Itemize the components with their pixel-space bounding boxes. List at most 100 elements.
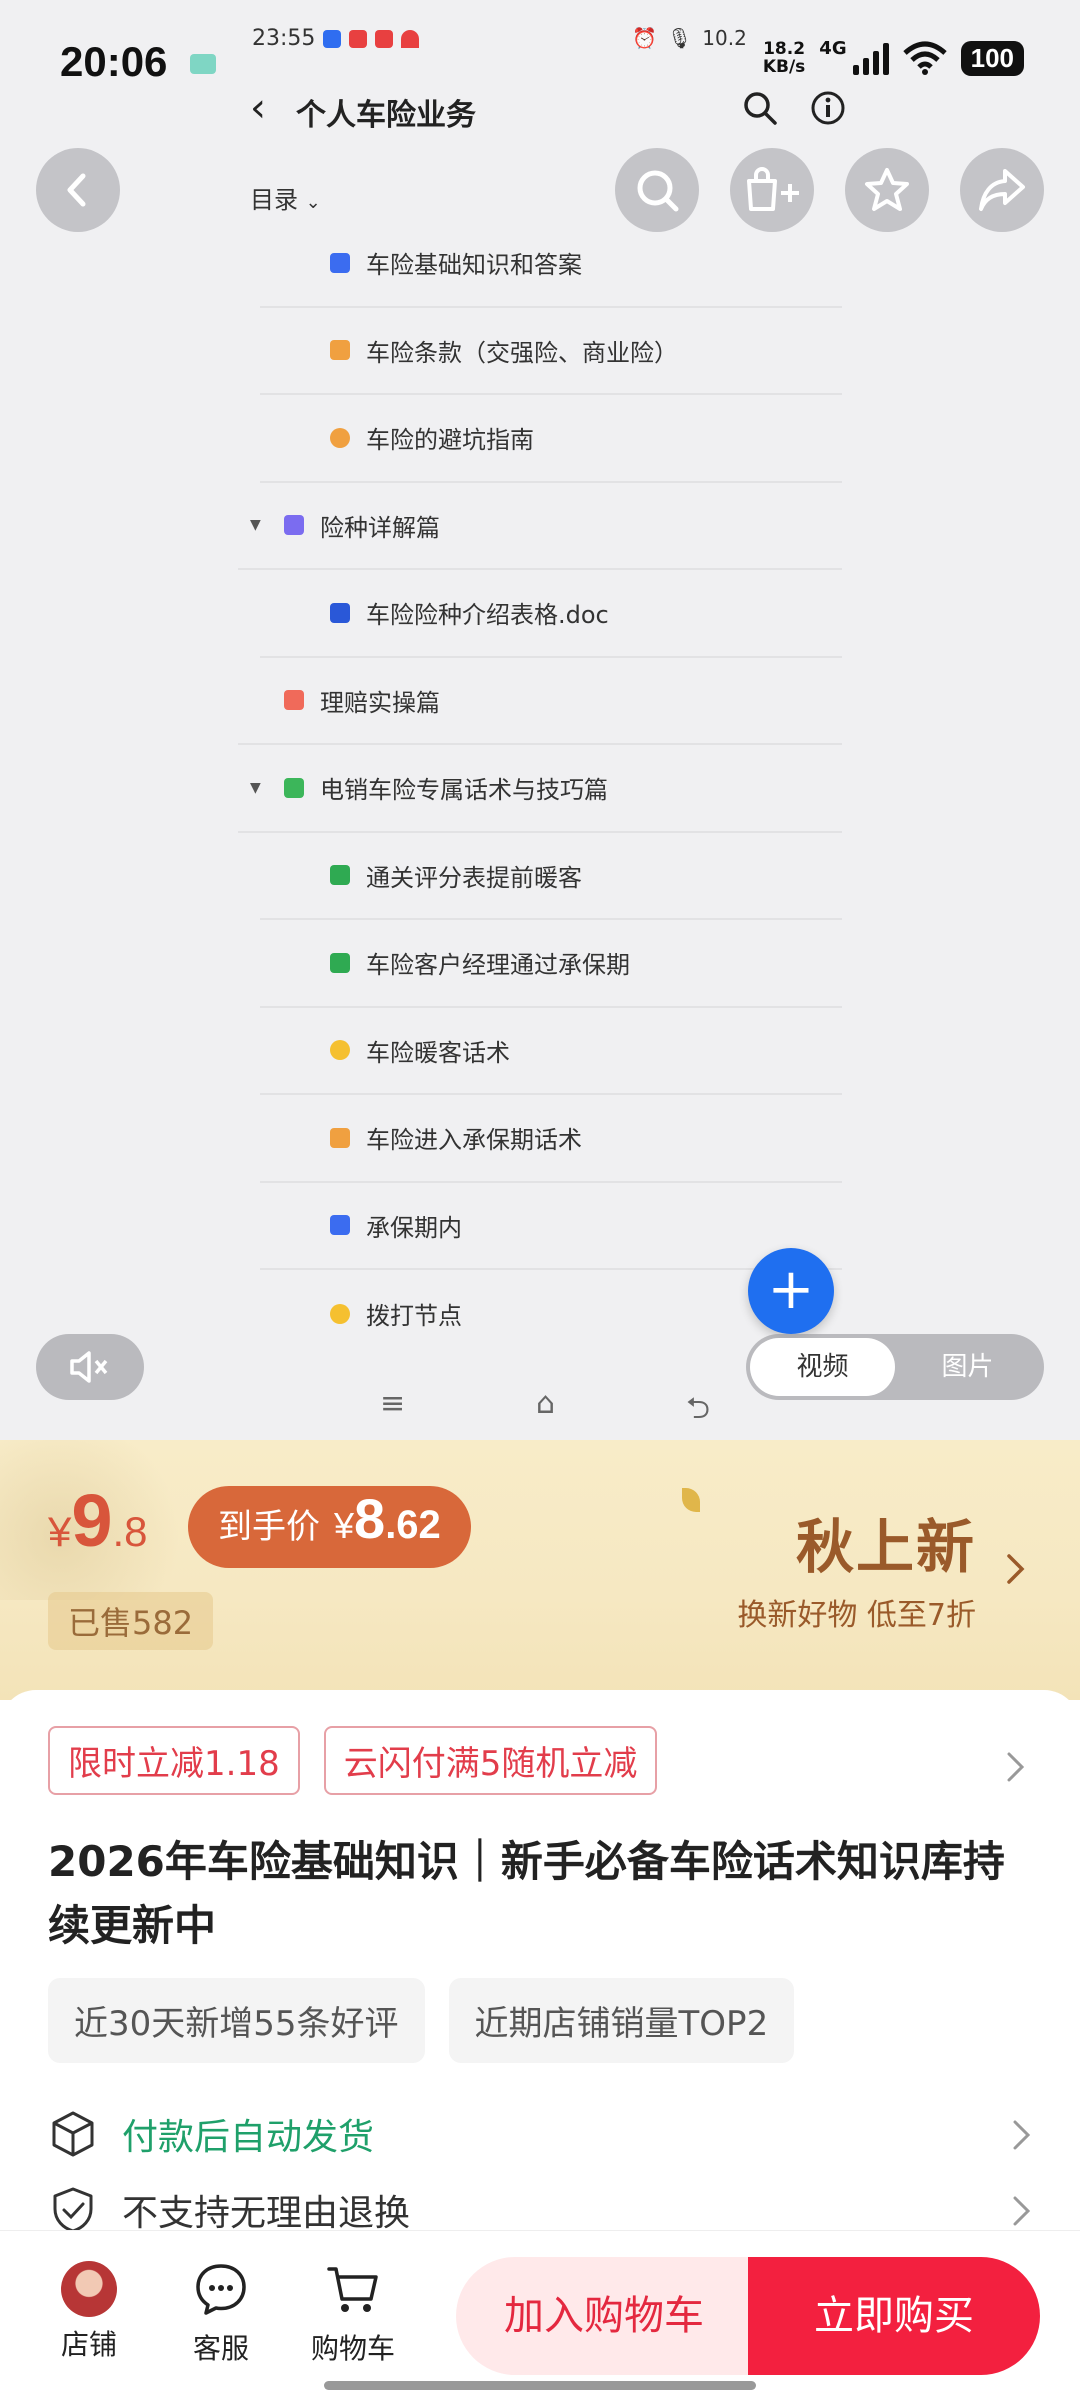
chevron-right-icon [1013,2196,1031,2226]
chat-bubble-icon [196,2264,246,2315]
original-price: ¥9.8 [48,1478,148,1563]
shield-check-icon [53,2187,93,2233]
inner-network-speed: 10.2 [702,26,747,50]
search-icon [637,170,679,212]
app-icon [401,29,420,48]
mute-button[interactable] [36,1334,144,1400]
alarm-icon: ⏰ [632,26,657,50]
media-gallery[interactable]: 20:06 18.2 KB/s 4G 100 23:55 ⏰ 🎙 10.2 ‹ … [0,0,1080,1440]
favorite-button[interactable] [845,148,929,232]
word-doc-icon [330,602,350,623]
inner-status-icons: ⏰ 🎙 10.2 [632,26,747,50]
mute-icon [70,1351,108,1383]
battery-indicator: 100 [960,40,1024,76]
cart-icon [327,2267,378,2312]
wifi-icon [902,41,947,75]
list-item: 理赔实操篇 [238,658,842,745]
service-label: 不支持无理由退换 [122,2193,411,2234]
list-item-label: 通关评分表提前暖客 [366,863,582,892]
price-currency: ¥ [48,1508,72,1555]
inner-status-bar: 23:55 [252,26,420,51]
net-price-badge: 到手价 ¥8.62 [188,1486,471,1568]
share-button[interactable] [960,148,1044,232]
home-indicator[interactable] [324,2381,756,2390]
shop-button[interactable]: 店铺 [34,2261,144,2363]
smile-icon [330,1040,350,1061]
caret-down-icon: ▼ [250,779,261,796]
sheet-icon [330,952,350,973]
list-item-label: 车险进入承保期话术 [366,1126,582,1155]
price-banner[interactable]: ¥9.8 到手价 ¥8.62 已售582 秋上新 换新好物 低至7折 [0,1440,1080,1700]
star-icon [865,168,909,211]
bag-add-icon [747,167,799,211]
net-price-integer: 8 [354,1487,386,1550]
doc-info-icon [811,91,845,125]
bottom-action-bar: 店铺 客服 购物车 加入购物车 立即购买 [0,2230,1080,2400]
media-type-toggle: 视频 图片 [746,1334,1044,1400]
list-item: 车险暖客话术 [260,1008,842,1095]
list-item-label: 车险基础知识和答案 [366,251,582,280]
network-type: 4G [819,37,847,59]
service-row-delivery[interactable]: 付款后自动发货 [48,2104,1038,2164]
add-to-cart-button[interactable]: 加入购物车 [456,2257,752,2375]
list-item: ▼ 电销车险专属话术与技巧篇 [238,745,842,833]
clock-icon [330,427,350,448]
back-button[interactable] [36,148,120,232]
promotion-tags[interactable]: 限时立减1.18 云闪付满5随机立减 [48,1726,658,1795]
share-icon [979,169,1025,211]
inner-nav-bar: ≡ ⌂ ⮌ [380,1386,710,1437]
video-tab[interactable]: 视频 [750,1338,895,1396]
sheet-icon [330,865,350,886]
doc-icon [330,252,350,273]
cart-button[interactable]: 购物车 [298,2261,408,2367]
buy-now-button[interactable]: 立即购买 [748,2257,1040,2375]
net-price-currency: ¥ [334,1505,355,1546]
folder-icon [284,777,304,798]
product-page: 20:06 18.2 KB/s 4G 100 23:55 ⏰ 🎙 10.2 ‹ … [0,0,1080,2400]
network-speed: 18.2 KB/s [763,40,805,76]
shop-label: 店铺 [60,2328,117,2361]
chevron-right-icon [1013,2120,1031,2150]
net-price-decimal: .62 [385,1503,441,1547]
network-speed-unit: KB/s [762,57,806,77]
list-item: 车险的避坑指南 [260,395,842,483]
list-item: 车险客户经理通过承保期 [260,920,842,1008]
list-item: 承保期内 [260,1183,842,1270]
inner-status-time: 23:55 [252,26,316,51]
list-item-label: 理赔实操篇 [320,688,440,717]
list-item-label: 车险条款（交强险、商业险） [366,338,678,367]
back-icon: ⮌ [685,1391,710,1426]
list-item-label: 车险的避坑指南 [366,426,534,455]
app-icon [323,29,342,48]
promo-tag: 云闪付满5随机立减 [323,1726,658,1795]
season-title: 秋上新 [795,1513,976,1581]
highlight-badges: 近30天新增55条好评 近期店铺销量TOP2 [48,1978,795,2063]
status-time: 20:06 [60,38,168,85]
list-item-label: 电销车险专属话术与技巧篇 [320,776,608,805]
cart-label: 购物车 [310,2332,395,2365]
app-icon [349,29,368,48]
app-icon [375,29,394,48]
leaf-icon [682,1488,700,1512]
service-label: 客服 [192,2332,249,2365]
chevron-right-icon[interactable] [1004,1750,1028,1784]
mic-icon: 🎙 [666,26,693,50]
list-item-label: 车险客户经理通过承保期 [366,951,630,980]
doc-tree: 车险基础知识和答案 车险条款（交强险、商业险） 车险的避坑指南 ▼ 险种详解篇 … [238,220,842,1358]
home-icon: ⌂ [536,1386,556,1421]
folder-icon [284,515,304,536]
list-item: ▼ 险种详解篇 [238,483,842,570]
smile-icon [330,1303,350,1324]
sold-count: 已售582 [48,1592,214,1650]
net-price-label: 到手价 [218,1508,320,1546]
customer-service-button[interactable]: 客服 [166,2261,276,2367]
doc-title: 个人车险业务 [296,98,476,133]
doc-icon [330,1215,350,1236]
image-tab[interactable]: 图片 [895,1338,1040,1396]
list-item: 车险险种介绍表格.doc [260,570,842,658]
caret-down-icon: ▼ [250,517,261,534]
folder-icon [284,690,304,711]
doc-icon [330,1127,350,1148]
doc-icon [330,340,350,361]
cube-icon [52,2111,94,2157]
